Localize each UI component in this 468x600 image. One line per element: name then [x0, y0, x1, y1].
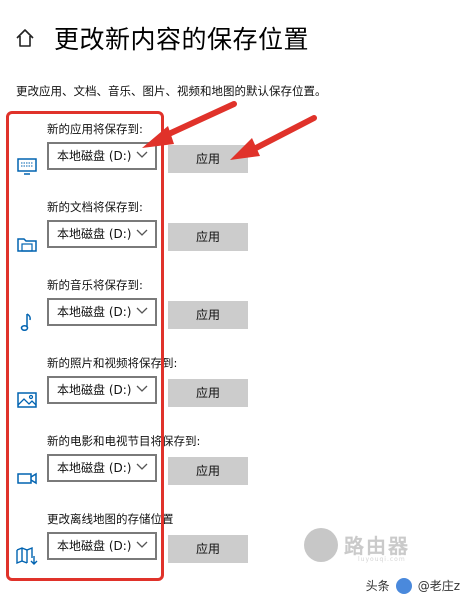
source-credit: 头条 @老庄z [366, 577, 460, 594]
annotation-arrow-apply [230, 115, 317, 160]
page-description: 更改应用、文档、音乐、图片、视频和地图的默认保存位置。 [16, 84, 327, 98]
watermark-logo-icon [304, 528, 338, 562]
page-title: 更改新内容的保存位置 [54, 25, 310, 54]
apply-button[interactable]: 应用 [168, 535, 248, 563]
annotation-highlight-box [6, 111, 164, 581]
apply-button[interactable]: 应用 [168, 379, 248, 407]
watermark-text: 路由器 [344, 534, 410, 558]
page-header: 更改新内容的保存位置 [14, 18, 309, 58]
home-icon[interactable] [14, 27, 36, 49]
watermark-subtext: luyouqi.com [358, 556, 406, 563]
avatar [395, 577, 412, 594]
watermark: 路由器 luyouqi.com [304, 526, 424, 566]
apply-button[interactable]: 应用 [168, 301, 248, 329]
apply-button[interactable]: 应用 [168, 223, 248, 251]
credit-source: 头条 [365, 579, 390, 593]
credit-author: @老庄z [417, 579, 460, 593]
apply-button[interactable]: 应用 [168, 457, 248, 485]
